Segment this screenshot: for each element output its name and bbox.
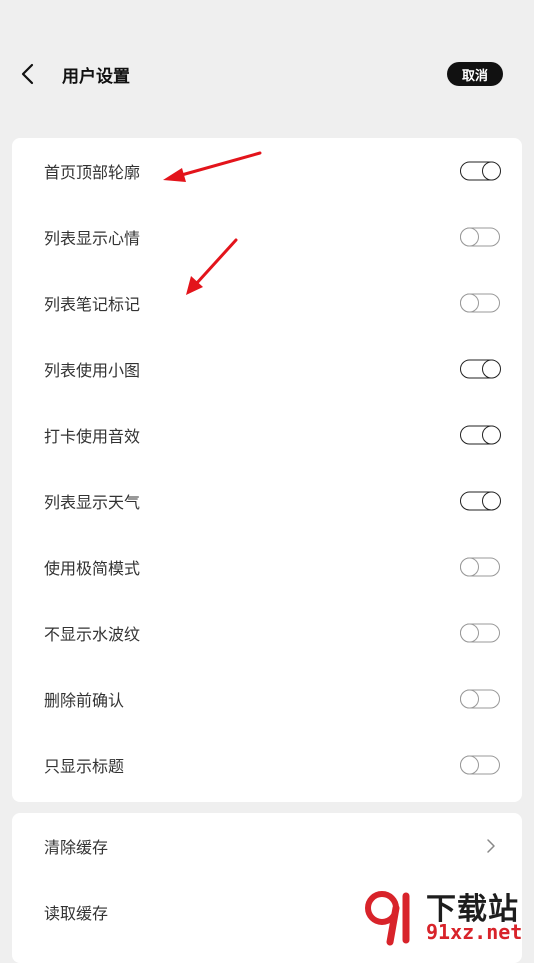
setting-label: 删除前确认: [44, 691, 125, 710]
setting-row-0[interactable]: 首页顶部轮廓: [12, 138, 522, 204]
toggle-switch[interactable]: [460, 425, 501, 445]
settings-card: 首页顶部轮廓 列表显示心情 列表笔记标记 列表使用小图 打卡使用音效 列表显示天…: [12, 138, 522, 802]
toggle-knob: [481, 491, 501, 510]
setting-row-5[interactable]: 列表显示天气: [12, 468, 522, 534]
setting-label: 打卡使用音效: [44, 427, 141, 446]
header-bar: 用户设置 取消: [0, 50, 534, 98]
toggle-switch[interactable]: [460, 491, 501, 511]
setting-label: 使用极简模式: [44, 559, 141, 578]
watermark-url: 91xz.net: [426, 920, 523, 944]
chevron-left-icon: [21, 63, 34, 85]
toggle-switch[interactable]: [459, 755, 500, 775]
setting-label: 首页顶部轮廓: [44, 163, 141, 182]
toggle-knob: [459, 557, 479, 576]
cache-label: 清除缓存: [44, 838, 109, 857]
setting-row-3[interactable]: 列表使用小图: [12, 336, 522, 402]
setting-row-4[interactable]: 打卡使用音效: [12, 402, 522, 468]
setting-row-8[interactable]: 删除前确认: [12, 666, 522, 732]
setting-row-7[interactable]: 不显示水波纹: [12, 600, 522, 666]
toggle-knob: [459, 689, 479, 708]
toggle-knob: [481, 425, 501, 444]
toggle-knob: [459, 227, 479, 246]
chevron-right-icon: [487, 839, 495, 853]
toggle-switch[interactable]: [459, 293, 500, 313]
watermark: 下载站 91xz.net: [360, 882, 530, 950]
toggle-knob: [459, 293, 479, 312]
setting-label: 不显示水波纹: [44, 625, 141, 644]
cache-label: 读取缓存: [44, 904, 109, 923]
toggle-switch[interactable]: [459, 689, 500, 709]
toggle-switch[interactable]: [460, 161, 501, 181]
page-title: 用户设置: [62, 67, 130, 87]
setting-label: 列表显示天气: [44, 493, 141, 512]
setting-label: 列表显示心情: [44, 229, 141, 248]
back-button[interactable]: [14, 60, 42, 88]
toggle-switch[interactable]: [459, 227, 500, 247]
toggle-knob: [481, 359, 501, 378]
toggle-switch[interactable]: [459, 557, 500, 577]
setting-row-1[interactable]: 列表显示心情: [12, 204, 522, 270]
clear-cache-row[interactable]: 清除缓存: [12, 813, 522, 879]
toggle-switch[interactable]: [459, 623, 500, 643]
toggle-switch[interactable]: [460, 359, 501, 379]
cancel-button[interactable]: 取消: [447, 62, 503, 86]
setting-row-9[interactable]: 只显示标题: [12, 732, 522, 798]
toggle-knob: [459, 623, 479, 642]
site-logo-icon: [365, 891, 410, 946]
setting-row-2[interactable]: 列表笔记标记: [12, 270, 522, 336]
toggle-knob: [481, 161, 501, 180]
setting-label: 列表笔记标记: [44, 295, 141, 314]
toggle-knob: [459, 755, 479, 774]
setting-label: 只显示标题: [44, 757, 125, 776]
setting-label: 列表使用小图: [44, 361, 141, 380]
setting-row-6[interactable]: 使用极简模式: [12, 534, 522, 600]
